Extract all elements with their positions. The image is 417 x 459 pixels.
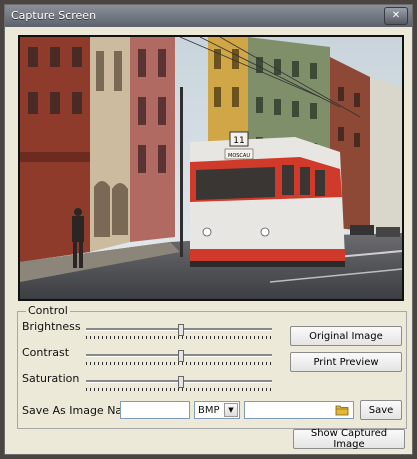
control-group: Control Brightness Contrast Saturation O… (17, 304, 407, 429)
dropdown-arrow-icon[interactable]: ▼ (224, 403, 238, 417)
tram-number: 11 (233, 136, 244, 146)
slider-ticks (86, 388, 272, 391)
brightness-label: Brightness (22, 320, 81, 333)
image-name-input[interactable] (120, 401, 190, 419)
capture-screen-window: Capture Screen ✕ 11 MOSCAU Control Brigh… (4, 4, 413, 455)
title-bar[interactable]: Capture Screen ✕ (5, 5, 412, 27)
contrast-label: Contrast (22, 346, 70, 359)
close-button[interactable]: ✕ (384, 7, 408, 25)
tram: 11 MOSCAU (190, 131, 345, 267)
slider-ticks (86, 362, 272, 365)
print-preview-button[interactable]: Print Preview (290, 352, 402, 372)
slider-ticks (86, 336, 272, 339)
save-path-input[interactable] (244, 401, 354, 419)
show-captured-image-button[interactable]: Show Captured Image (293, 428, 405, 450)
slider-thumb[interactable] (178, 376, 184, 388)
tram-sign: MOSCAU (228, 153, 250, 159)
saturation-label: Saturation (22, 372, 80, 385)
original-image-button[interactable]: Original Image (290, 326, 402, 346)
save-button[interactable]: Save (360, 400, 402, 420)
video-preview: 11 MOSCAU (18, 35, 404, 301)
brightness-slider[interactable] (86, 324, 272, 340)
folder-icon[interactable] (335, 404, 349, 416)
video-frame-image: 11 MOSCAU (20, 37, 402, 299)
slider-thumb[interactable] (178, 350, 184, 362)
close-icon: ✕ (391, 10, 401, 21)
control-legend: Control (26, 304, 70, 317)
window-title: Capture Screen (11, 9, 97, 22)
format-select-value: BMP (198, 405, 220, 416)
slider-thumb[interactable] (178, 324, 184, 336)
contrast-slider[interactable] (86, 350, 272, 366)
format-select[interactable]: BMP ▼ (194, 401, 240, 419)
saturation-slider[interactable] (86, 376, 272, 392)
